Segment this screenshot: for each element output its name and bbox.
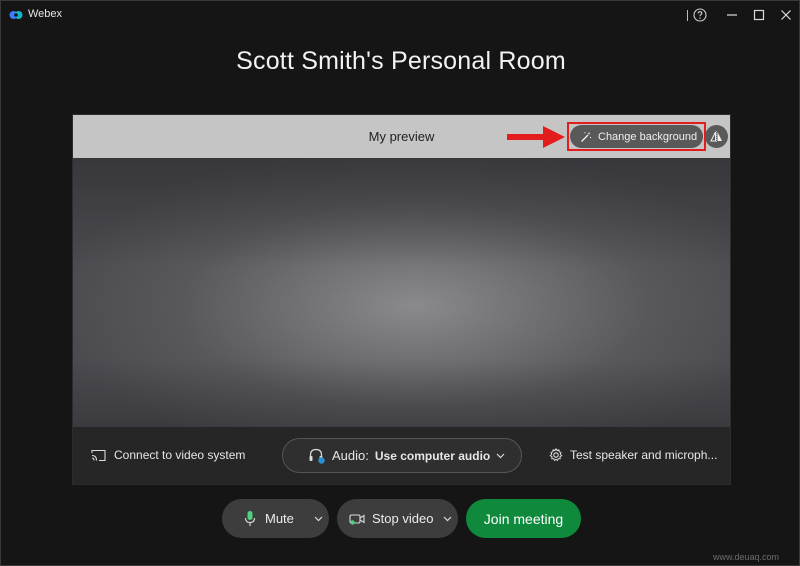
mirror-video-button[interactable] [705,125,728,148]
minimize-button[interactable] [723,6,741,24]
stop-video-button[interactable]: Stop video [337,499,458,538]
close-icon [781,10,791,20]
camera-preview-video [73,158,730,427]
preview-footer: Connect to video system Audio: Use compu… [73,427,730,484]
room-title: Scott Smith's Personal Room [236,47,566,75]
minimize-icon [727,14,737,16]
audio-prefix-label: Audio: [332,448,369,463]
chevron-down-icon [443,516,451,521]
video-preview-panel: My preview Change background Connect to … [72,114,731,485]
connect-video-label: Connect to video system [114,448,246,462]
help-icon [693,8,707,22]
webex-logo-icon [9,11,23,19]
headset-icon [309,448,325,464]
join-meeting-button[interactable]: Join meeting [466,499,581,538]
titlebar-separator [687,10,688,21]
red-arrow-annotation [507,126,565,148]
gear-icon [549,448,563,462]
chevron-down-icon [496,453,505,458]
chevron-down-icon [314,516,322,521]
mirror-icon [710,131,722,142]
video-options-dropdown[interactable] [436,499,458,538]
video-camera-icon [349,513,365,525]
video-shade [73,158,730,427]
change-background-label: Change background [598,130,698,143]
maximize-button[interactable] [750,6,768,24]
help-button[interactable] [691,6,709,24]
app-name: Webex [28,8,63,20]
preview-header: My preview Change background [73,115,730,158]
title-bar[interactable]: Webex [1,1,800,29]
cast-icon [91,449,106,461]
close-button[interactable] [777,6,795,24]
stop-video-label: Stop video [372,511,434,526]
test-speaker-microphone-button[interactable]: Test speaker and microph... [549,448,717,462]
magic-wand-icon [581,131,592,142]
test-speaker-label: Test speaker and microph... [570,448,718,462]
mute-options-dropdown[interactable] [307,499,329,538]
maximize-icon [753,9,765,21]
connect-video-system-button[interactable]: Connect to video system [91,448,245,462]
change-background-button[interactable]: Change background [570,125,703,148]
app-window: Webex Scott Smith's Personal Room My pre… [0,0,800,566]
mute-label: Mute [265,511,294,526]
mute-button[interactable]: Mute [222,499,329,538]
watermark: www.deuaq.com [713,552,780,562]
audio-value-label: Use computer audio [374,448,491,463]
audio-selector-button[interactable]: Audio: Use computer audio [282,438,522,473]
microphone-icon [244,511,256,526]
